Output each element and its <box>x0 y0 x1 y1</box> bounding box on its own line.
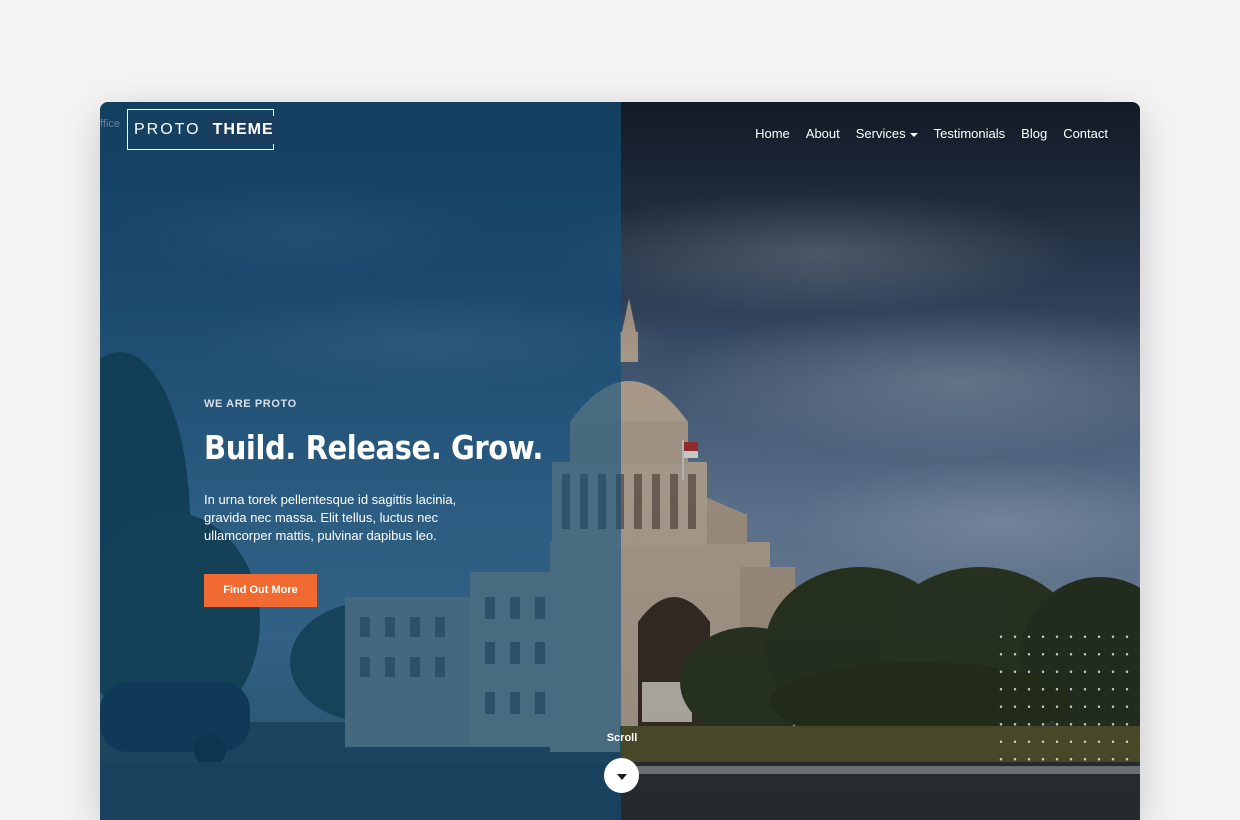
nav-contact[interactable]: Contact <box>1063 126 1108 141</box>
nav-home[interactable]: Home <box>755 126 790 141</box>
find-out-more-button[interactable]: Find Out More <box>204 574 317 607</box>
nav-contact-label: Contact <box>1063 126 1108 141</box>
nav-about[interactable]: About <box>806 126 840 141</box>
scroll-down-button[interactable] <box>604 758 639 793</box>
nav-services-label: Services <box>855 126 906 141</box>
dot-pattern <box>994 628 1140 768</box>
hero-content: WE ARE PROTO Build. Release. Grow. In ur… <box>204 398 543 607</box>
caret-down-icon <box>909 132 918 137</box>
nav-about-label: About <box>805 126 840 141</box>
nav-services[interactable]: Services <box>856 126 918 141</box>
hero-eyebrow: WE ARE PROTO <box>204 398 297 410</box>
nav-blog-label: Blog <box>1021 126 1048 141</box>
hero-window: ffice PROTO THEME Home About Services Te… <box>100 102 1140 820</box>
logo-word-2: THEME <box>206 115 280 144</box>
ghost-label: ffice <box>100 118 120 130</box>
nav-testimonials[interactable]: Testimonials <box>934 126 1006 141</box>
scroll-label: Scroll <box>606 732 638 744</box>
logo-word-1: PROTO <box>134 120 201 138</box>
nav-blog[interactable]: Blog <box>1021 126 1047 141</box>
nav-testimonials-label: Testimonials <box>933 126 1006 141</box>
hero-description: In urna torek pellentesque id sagittis l… <box>204 492 457 543</box>
site-logo[interactable]: PROTO THEME <box>127 109 280 150</box>
arrow-down-icon <box>616 773 627 780</box>
hero-headline: Build. Release. Grow. <box>204 428 543 467</box>
main-nav: Home About Services Testimonials Blog Co… <box>755 126 1108 141</box>
nav-home-label: Home <box>755 126 790 141</box>
